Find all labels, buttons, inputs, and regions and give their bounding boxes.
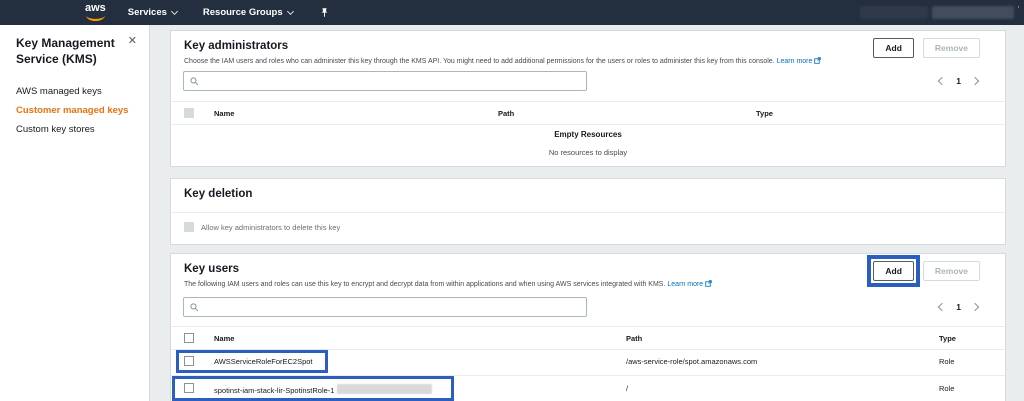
key-user-type: Role [939,357,954,366]
next-page-icon[interactable] [971,77,979,85]
previous-page-icon[interactable] [938,303,946,311]
column-header-path: Path [498,109,514,118]
redacted-role-suffix [337,384,432,394]
external-link-icon [814,57,821,64]
search-icon [190,77,199,86]
nav-resource-groups-menu[interactable]: Resource Groups [203,7,293,18]
search-icon [190,303,199,312]
empty-state-message: No resources to display [171,148,1005,157]
section-description: The following IAM users and roles can us… [184,280,712,288]
table-row[interactable]: spotinst-iam-stack-lir-SpotinstRole-1 / … [171,375,1005,401]
row-checkbox[interactable] [184,356,194,366]
navbar-account-area: ′ [860,6,1019,19]
nav-services-menu[interactable]: Services [128,7,177,18]
learn-more-link[interactable]: Learn more [667,281,703,288]
add-key-user-button[interactable]: Add [873,261,914,281]
column-header-name: Name [214,334,234,343]
top-navbar: aws Services Resource Groups ′ [0,0,1024,25]
external-link-icon [705,280,712,287]
column-header-type: Type [756,109,773,118]
key-deletion-section: Key deletion Allow key administrators to… [170,178,1006,245]
description-text: The following IAM users and roles can us… [184,281,665,288]
key-users-search[interactable] [183,297,587,317]
redacted-account-name [932,6,1014,19]
section-title: Key users [184,263,239,275]
key-user-type: Role [939,384,954,393]
search-input[interactable] [203,74,586,88]
chevron-down-icon [287,8,294,15]
kms-sidebar: Key Management Service (KMS) ✕ AWS manag… [0,25,150,401]
key-user-path: /aws-service-role/spot.amazonaws.com [626,357,757,366]
description-text: Choose the IAM users and roles who can a… [184,58,775,65]
add-key-administrator-button[interactable]: Add [873,38,914,58]
select-all-checkbox[interactable] [184,333,194,343]
sidebar-item-customer-managed-keys[interactable]: Customer managed keys [0,101,149,120]
page-number[interactable]: 1 [956,76,961,86]
nav-resource-groups-label: Resource Groups [203,7,283,18]
chevron-down-icon [171,8,178,15]
column-header-type: Type [939,334,956,343]
section-title: Key administrators [184,40,288,52]
sidebar-item-aws-managed-keys[interactable]: AWS managed keys [0,82,149,101]
table-row[interactable]: AWSServiceRoleForEC2Spot /aws-service-ro… [171,348,1005,376]
allow-deletion-checkbox[interactable] [184,222,194,232]
sidebar-title: Key Management Service (KMS) [16,36,126,67]
notification-badge-icon: ′ [1018,6,1019,13]
section-divider [171,212,1005,213]
nav-services-label: Services [128,7,167,18]
allow-deletion-label: Allow key administrators to delete this … [201,223,340,232]
close-icon[interactable]: ✕ [126,36,139,47]
aws-logo-smile-icon [86,14,105,21]
aws-logo[interactable]: aws [85,3,106,21]
remove-key-user-button[interactable]: Remove [923,261,980,281]
column-header-name: Name [214,109,234,118]
aws-logo-text: aws [85,2,106,14]
table-header: Name Path Type [171,326,1005,350]
pagination: 1 [939,71,978,91]
remove-key-administrator-button[interactable]: Remove [923,38,980,58]
sidebar-item-custom-key-stores[interactable]: Custom key stores [0,120,149,139]
row-checkbox[interactable] [184,383,194,393]
table-header: Name Path Type [171,101,1005,125]
key-user-name: AWSServiceRoleForEC2Spot [214,357,313,366]
aws-kms-console: aws Services Resource Groups ′ Key Manag… [0,0,1024,401]
page-number[interactable]: 1 [956,302,961,312]
section-title: Key deletion [184,188,252,200]
pagination: 1 [939,297,978,317]
annotation-highlight-add-button: Add [873,261,914,281]
search-input[interactable] [203,300,586,314]
redacted-region-text [860,6,928,19]
key-user-path: / [626,384,628,393]
section-description: Choose the IAM users and roles who can a… [184,57,821,65]
sidebar-nav: AWS managed keys Customer managed keys C… [0,82,149,139]
column-header-path: Path [626,334,642,343]
key-administrators-section: Key administrators Choose the IAM users … [170,30,1006,167]
empty-state-title: Empty Resources [171,130,1005,139]
pushpin-icon[interactable] [319,7,330,19]
previous-page-icon[interactable] [938,77,946,85]
next-page-icon[interactable] [971,303,979,311]
key-user-name-text: spotinst-iam-stack-lir-SpotinstRole-1 [214,386,334,395]
select-all-checkbox[interactable] [184,108,194,118]
key-administrators-search[interactable] [183,71,587,91]
learn-more-link[interactable]: Learn more [777,58,813,65]
key-user-name: spotinst-iam-stack-lir-SpotinstRole-1 [214,384,432,395]
key-users-section: Key users The following IAM users and ro… [170,253,1006,401]
